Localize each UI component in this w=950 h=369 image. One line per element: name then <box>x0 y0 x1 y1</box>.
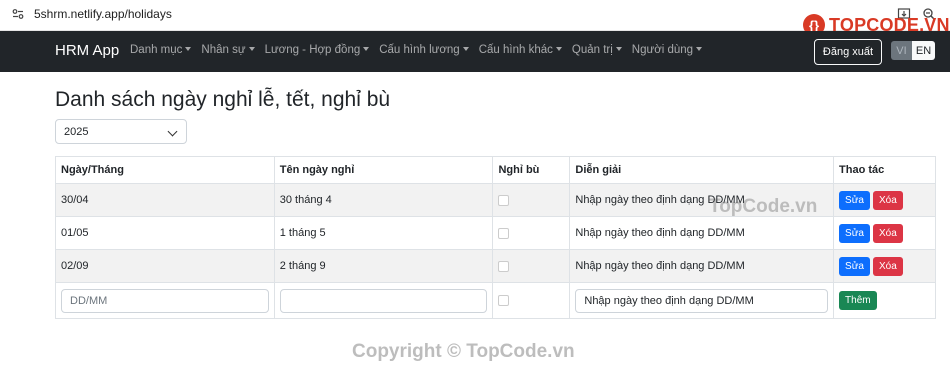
edit-button[interactable]: Sửa <box>839 190 870 210</box>
brand[interactable]: HRM App <box>55 42 119 59</box>
url-text[interactable]: 5shrm.netlify.app/holidays <box>34 7 172 21</box>
nav-item-luong-hop-dong[interactable]: Lương - Hợp đồng <box>265 44 370 56</box>
edit-button[interactable]: Sửa <box>839 256 870 276</box>
cell-date: 01/05 <box>55 216 275 250</box>
page-title: Danh sách ngày nghỉ lễ, tết, nghỉ bù <box>55 88 391 111</box>
delete-button[interactable]: Xóa <box>872 256 903 276</box>
language-toggle: VI EN <box>891 41 935 60</box>
year-select-value: 2025 <box>64 126 89 138</box>
table-row: 02/09 2 tháng 9 Nhập ngày theo định dạng… <box>55 249 936 283</box>
lang-vi-button[interactable]: VI <box>891 41 912 60</box>
compensatory-checkbox[interactable] <box>498 227 510 239</box>
description-input[interactable]: Nhập ngày theo định dạng DD/MM <box>575 288 829 313</box>
nav-item-cau-hinh-luong[interactable]: Cấu hình lương <box>379 44 468 56</box>
cell-add: Thêm <box>833 282 936 319</box>
compensatory-checkbox[interactable] <box>498 260 510 272</box>
new-holiday-row: DD/MM Nhập ngày theo định dạng DD/MM Thê… <box>55 282 936 319</box>
cell-compensatory <box>492 249 571 283</box>
col-header-name: Tên ngày nghỉ <box>273 156 494 184</box>
new-compensatory-checkbox[interactable] <box>498 295 510 307</box>
chevron-down-icon <box>167 126 178 137</box>
logout-button[interactable]: Đăng xuất <box>814 39 882 65</box>
date-input[interactable]: DD/MM <box>61 288 269 313</box>
nav-item-danh-muc[interactable]: Danh mục <box>130 44 191 56</box>
nav-item-quan-tri[interactable]: Quản trị <box>572 44 622 56</box>
table-row: 01/05 1 tháng 5 Nhập ngày theo định dạng… <box>55 216 936 250</box>
watermark-mid: TopCode.vn <box>709 196 818 217</box>
compensatory-checkbox[interactable] <box>498 194 510 206</box>
delete-button[interactable]: Xóa <box>872 190 903 210</box>
table-header-row: Ngày/Tháng Tên ngày nghỉ Nghỉ bù Diễn gi… <box>55 156 936 184</box>
holiday-table: Ngày/Tháng Tên ngày nghỉ Nghỉ bù Diễn gi… <box>55 156 936 319</box>
cell-actions: Sửa Xóa <box>833 216 936 250</box>
cell-name: 2 tháng 9 <box>273 249 494 283</box>
cell-name: 1 tháng 5 <box>273 216 494 250</box>
delete-button[interactable]: Xóa <box>872 223 903 243</box>
watermark-copyright: Copyright © TopCode.vn <box>352 341 575 362</box>
nav-menu: Danh mục Nhân sự Lương - Hợp đồng Cấu hì… <box>130 44 712 56</box>
col-header-compensatory: Nghỉ bù <box>492 156 571 184</box>
cell-compensatory <box>492 216 571 250</box>
edit-button[interactable]: Sửa <box>839 223 870 243</box>
nav-item-cau-hinh-khac[interactable]: Cấu hình khác <box>479 44 562 56</box>
cell-compensatory-input <box>492 282 571 319</box>
site-settings-icon[interactable] <box>12 8 24 20</box>
cell-description: Nhập ngày theo định dạng DD/MM <box>569 216 835 250</box>
add-button[interactable]: Thêm <box>839 291 877 310</box>
cell-compensatory <box>492 183 571 217</box>
col-header-actions: Thao tác <box>833 156 936 184</box>
cell-description-input: Nhập ngày theo định dạng DD/MM <box>569 282 835 319</box>
cell-date: 30/04 <box>55 183 275 217</box>
nav-item-nhan-su[interactable]: Nhân sự <box>201 44 254 56</box>
cell-date-input: DD/MM <box>55 282 275 319</box>
col-header-description: Diễn giải <box>569 156 835 184</box>
cell-description: Nhập ngày theo định dạng DD/MM <box>569 249 835 283</box>
cell-actions: Sửa Xóa <box>833 249 936 283</box>
cell-actions: Sửa Xóa <box>833 183 936 217</box>
lang-en-button[interactable]: EN <box>912 41 935 60</box>
holiday-name-input[interactable] <box>279 288 488 313</box>
cell-date: 02/09 <box>55 249 275 283</box>
nav-item-nguoi-dung[interactable]: Người dùng <box>632 44 702 56</box>
year-select[interactable]: 2025 <box>55 119 187 144</box>
col-header-date: Ngày/Tháng <box>55 156 275 184</box>
cell-name-input <box>273 282 494 319</box>
top-navbar: HRM App Danh mục Nhân sự Lương - Hợp đồn… <box>0 31 950 72</box>
cell-name: 30 tháng 4 <box>273 183 494 217</box>
